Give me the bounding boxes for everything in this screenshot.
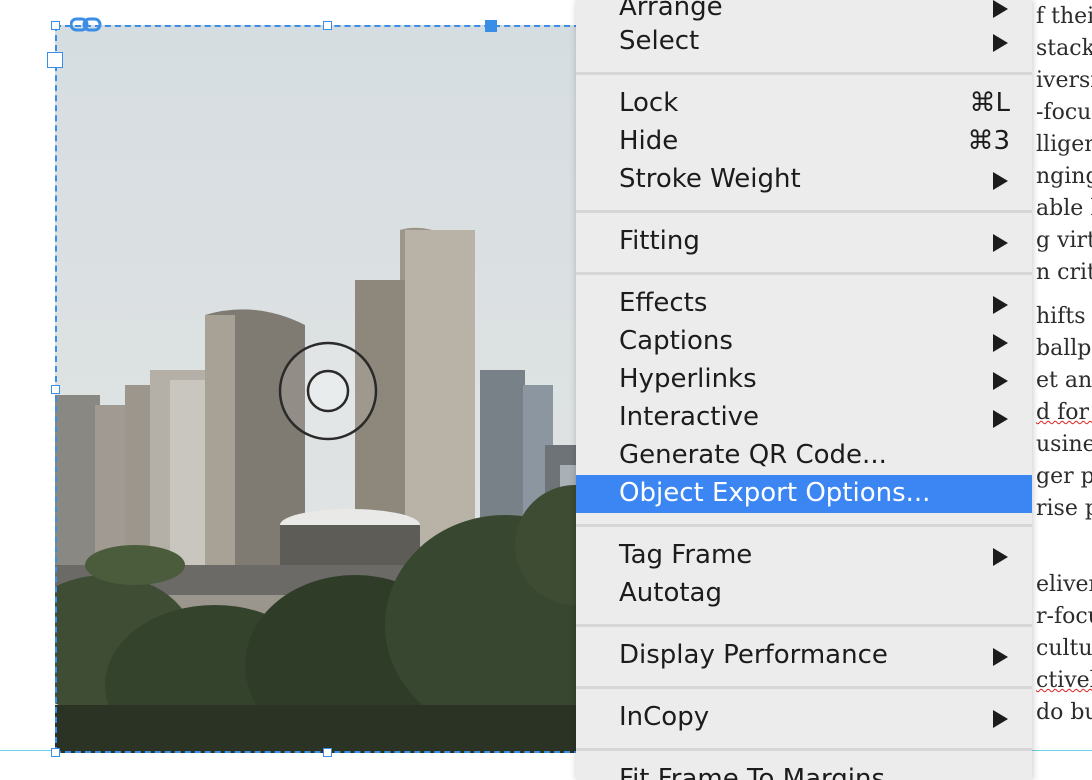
text-line: ger pr	[1036, 464, 1092, 489]
menu-item-captions[interactable]: Captions	[576, 323, 1032, 361]
text-line: r-focu	[1036, 604, 1092, 629]
submenu-arrow-icon	[993, 172, 1008, 190]
menu-item-shortcut: ⌘3	[967, 126, 1010, 156]
resize-handle-bottom-left[interactable]	[51, 748, 60, 757]
menu-item-label: Autotag	[619, 578, 722, 608]
menu-item-hide[interactable]: Hide ⌘3	[576, 123, 1032, 161]
menu-item-fitting[interactable]: Fitting	[576, 223, 1032, 261]
menu-item-autotag[interactable]: Autotag	[576, 575, 1032, 613]
menu-item-label: Arrange	[619, 0, 723, 22]
link-icon[interactable]	[70, 16, 102, 34]
text-line: rise pr	[1036, 496, 1092, 521]
in-port-handle[interactable]	[47, 52, 63, 68]
menu-item-shortcut: ⌘L	[969, 88, 1011, 118]
text-line: cultu	[1036, 636, 1092, 661]
resize-handle-bottom[interactable]	[323, 748, 332, 757]
text-line: ctivel	[1036, 668, 1092, 693]
menu-item-label: Display Performance	[619, 640, 888, 670]
menu-separator	[576, 686, 1032, 689]
menu-item-label: Interactive	[619, 402, 760, 432]
menu-separator	[576, 272, 1032, 275]
submenu-arrow-icon	[993, 648, 1008, 666]
submenu-arrow-icon	[993, 234, 1008, 252]
menu-item-label: Fit Frame To Margins	[619, 764, 886, 780]
menu-item-incopy[interactable]: InCopy	[576, 699, 1032, 737]
text-line: n crit	[1036, 260, 1092, 285]
text-line: lligen	[1036, 132, 1092, 157]
menu-separator	[576, 748, 1032, 751]
text-line: d for i	[1036, 400, 1092, 425]
submenu-arrow-icon	[993, 34, 1008, 52]
menu-item-label: Hide	[619, 126, 679, 156]
menu-separator	[576, 72, 1032, 75]
submenu-arrow-icon	[993, 410, 1008, 428]
menu-item-effects[interactable]: Effects	[576, 285, 1032, 323]
menu-item-label: Tag Frame	[619, 540, 753, 570]
text-line: iversit	[1036, 68, 1092, 93]
submenu-arrow-icon	[993, 372, 1008, 390]
text-line: do bu	[1036, 700, 1092, 725]
text-line: g virtu	[1036, 228, 1092, 253]
resize-handle-top[interactable]	[323, 21, 332, 30]
menu-item-stroke-weight[interactable]: Stroke Weight	[576, 161, 1032, 199]
menu-item-generate-qr-code[interactable]: Generate QR Code...	[576, 437, 1032, 475]
menu-item-label: Object Export Options...	[619, 478, 931, 508]
menu-item-label: Lock	[619, 88, 679, 118]
text-line: able h	[1036, 196, 1092, 221]
submenu-arrow-icon	[993, 296, 1008, 314]
menu-item-display-performance[interactable]: Display Performance	[576, 637, 1032, 675]
text-line: stacks	[1036, 36, 1092, 61]
content-grabber-icon[interactable]	[277, 340, 379, 442]
text-line: ballpa	[1036, 336, 1092, 361]
submenu-arrow-icon	[993, 0, 1008, 18]
menu-item-label: Effects	[619, 288, 708, 318]
menu-item-label: InCopy	[619, 702, 710, 732]
submenu-arrow-icon	[993, 710, 1008, 728]
resize-handle-left[interactable]	[51, 385, 60, 394]
corner-options-handle[interactable]	[485, 20, 497, 32]
menu-item-hyperlinks[interactable]: Hyperlinks	[576, 361, 1032, 399]
menu-item-label: Generate QR Code...	[619, 440, 887, 470]
context-menu: Arrange Select Lock ⌘L Hide ⌘3 Stroke We…	[576, 0, 1032, 780]
menu-item-label: Captions	[619, 326, 733, 356]
menu-item-object-export-options[interactable]: Object Export Options...	[576, 475, 1032, 513]
menu-item-fit-frame-to-margins[interactable]: Fit Frame To Margins	[576, 761, 1032, 780]
menu-item-tag-frame[interactable]: Tag Frame	[576, 537, 1032, 575]
menu-item-interactive[interactable]: Interactive	[576, 399, 1032, 437]
submenu-arrow-icon	[993, 334, 1008, 352]
submenu-arrow-icon	[993, 548, 1008, 566]
text-line: f their	[1036, 4, 1092, 29]
text-line: -focus	[1036, 100, 1092, 125]
menu-item-label: Stroke Weight	[619, 164, 801, 194]
text-line: usines	[1036, 432, 1092, 457]
menu-item-label: Hyperlinks	[619, 364, 757, 394]
menu-separator	[576, 210, 1032, 213]
menu-item-label: Fitting	[619, 226, 700, 256]
menu-item-lock[interactable]: Lock ⌘L	[576, 85, 1032, 123]
menu-separator	[576, 524, 1032, 527]
menu-item-select[interactable]: Select	[576, 23, 1032, 61]
text-line: elivers	[1036, 572, 1092, 597]
resize-handle-top-left[interactable]	[51, 21, 60, 30]
menu-separator	[576, 624, 1032, 627]
text-line: nging	[1036, 164, 1092, 189]
text-line: hifts t	[1036, 304, 1092, 329]
menu-item-label: Select	[619, 26, 700, 56]
text-line: et and	[1036, 368, 1092, 393]
